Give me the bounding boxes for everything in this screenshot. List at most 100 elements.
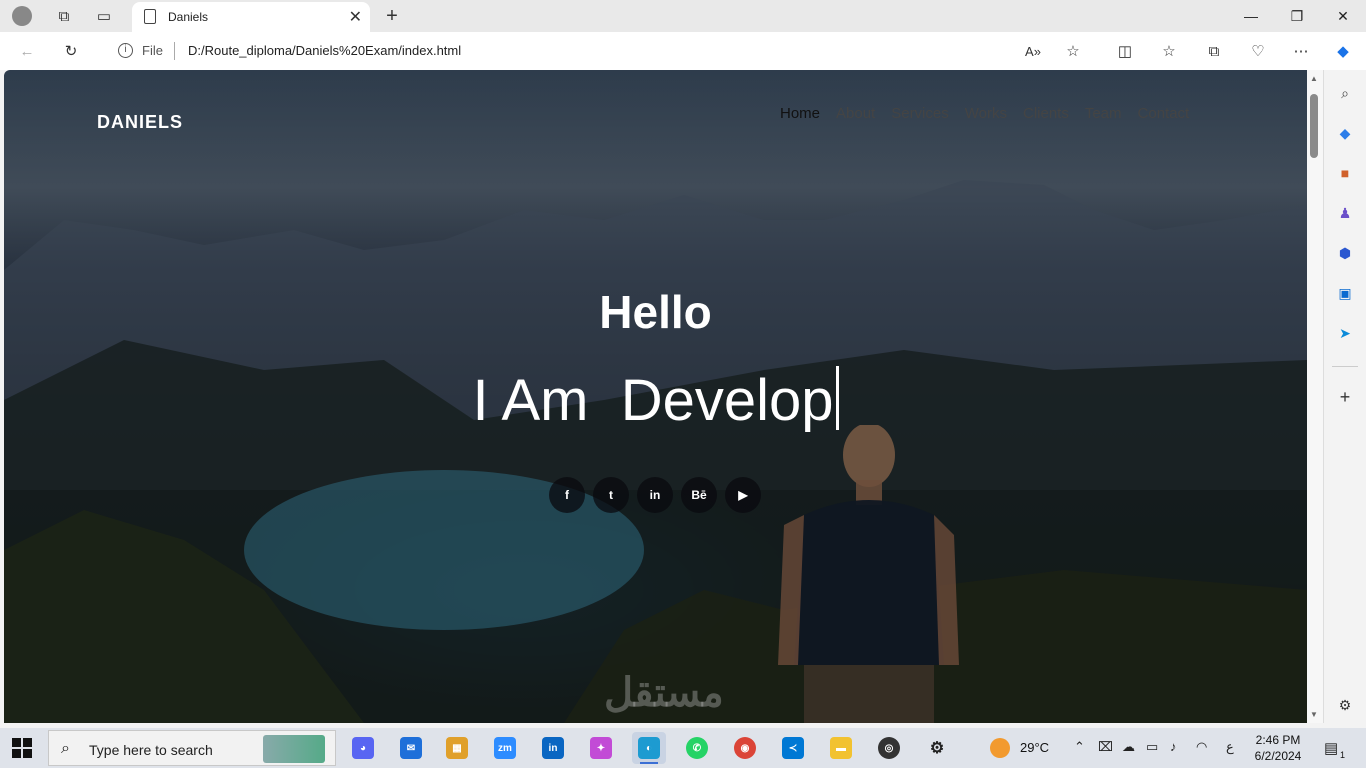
hero-typed-line: I Am Develop	[4, 366, 1307, 434]
clock-time: 2:46 PM	[1255, 733, 1301, 747]
shopping-tag-icon[interactable]: ◆	[1334, 122, 1356, 144]
taskbar-search-box[interactable]: ⌕ Type here to search	[48, 730, 336, 766]
obs-app[interactable]: ◎	[872, 732, 906, 764]
tab-title: Daniels	[168, 10, 209, 24]
file-label: File	[142, 43, 163, 58]
watermark-logo: مستقل	[604, 671, 724, 715]
settings-app[interactable]: ⚙	[920, 732, 954, 764]
add-icon[interactable]: +	[1334, 386, 1356, 408]
taskbar-clock[interactable]: 2:46 PM 6/2/2024	[1250, 732, 1306, 764]
nav-contact[interactable]: Contact	[1138, 105, 1190, 122]
notifications-icon[interactable]: ▤	[1324, 739, 1338, 757]
weather-temperature[interactable]: 29°C	[1020, 740, 1049, 755]
vscode-app[interactable]: ≺	[776, 732, 810, 764]
linkedin-app[interactable]: in	[536, 732, 570, 764]
restore-icon[interactable]: ❐	[1274, 0, 1320, 32]
edge-app[interactable]: ◐	[632, 732, 666, 764]
settings-gear-icon[interactable]: ⚙	[1334, 694, 1356, 716]
site-brand[interactable]: DANIELS	[97, 112, 183, 133]
split-screen-icon[interactable]: ◫	[1114, 40, 1136, 62]
outlook-icon[interactable]: ▣	[1334, 282, 1356, 304]
nav-services[interactable]: Services	[891, 105, 949, 122]
browser-tab-bar: ⧉ ▭ Daniels ✕ + — ❐ ✕	[0, 0, 1366, 32]
close-window-icon[interactable]: ✕	[1320, 0, 1366, 32]
twitter-icon[interactable]: t	[593, 477, 629, 513]
favorites-icon[interactable]: ☆	[1158, 40, 1180, 62]
browser-tab[interactable]: Daniels ✕	[132, 2, 370, 32]
typed-word: Develop	[620, 368, 834, 433]
page-icon	[144, 9, 156, 24]
workspaces-icon[interactable]: ⧉	[52, 4, 76, 28]
volume-icon[interactable]: ♪	[1170, 739, 1177, 754]
sidebar-divider	[1332, 366, 1358, 367]
profile-icon[interactable]	[10, 4, 34, 28]
microsoft365-icon[interactable]: ⬢	[1334, 242, 1356, 264]
zoom-app[interactable]: zm	[488, 732, 522, 764]
search-icon[interactable]: ⌕	[1334, 82, 1356, 104]
clock-date: 6/2/2024	[1254, 749, 1302, 763]
read-aloud-icon[interactable]: A»	[1022, 40, 1044, 62]
url-text[interactable]: D:/Route_diploma/Daniels%20Exam/index.ht…	[188, 43, 461, 58]
tools-icon[interactable]: ■	[1334, 162, 1356, 184]
discord-app[interactable]: ◕	[346, 732, 380, 764]
typing-cursor	[835, 366, 839, 430]
show-hidden-icons[interactable]: ⌃	[1074, 739, 1085, 755]
back-icon[interactable]: ←	[16, 40, 38, 62]
language-indicator[interactable]: ع	[1226, 739, 1234, 755]
usb-icon[interactable]: ⌧	[1098, 739, 1113, 755]
edge-sidebar: ⌕ ◆ ■ ♟ ⬢ ▣ ➤ + ⚙	[1323, 70, 1366, 723]
nav-works[interactable]: Works	[965, 105, 1007, 122]
windows-start-icon[interactable]	[12, 738, 32, 758]
drop-icon[interactable]: ➤	[1334, 322, 1356, 344]
file-explorer-app[interactable]: ▬	[824, 732, 858, 764]
address-bar[interactable]: i File D:/Route_diploma/Daniels%20Exam/i…	[100, 36, 1098, 66]
linkedin-icon[interactable]: in	[637, 477, 673, 513]
minimize-icon[interactable]: —	[1228, 0, 1274, 32]
page-scrollbar[interactable]: ▲ ▼	[1307, 70, 1323, 723]
typed-prefix: I Am	[472, 368, 589, 433]
notification-count: 1	[1340, 750, 1346, 760]
facebook-icon[interactable]: f	[549, 477, 585, 513]
address-bar-row: ← ↻ i File D:/Route_diploma/Daniels%20Ex…	[0, 32, 1366, 70]
close-tab-icon[interactable]: ✕	[349, 7, 362, 27]
youtube-icon[interactable]: ▶	[725, 477, 761, 513]
search-placeholder: Type here to search	[89, 742, 213, 758]
favorite-star-icon[interactable]: ☆	[1062, 40, 1084, 62]
cloud-icon[interactable]: ☁	[1122, 739, 1135, 755]
divider	[174, 42, 175, 60]
search-highlight-image[interactable]	[263, 735, 325, 763]
store-app[interactable]: ▦	[440, 732, 474, 764]
hiker-figure	[778, 425, 959, 723]
browser-essentials-icon[interactable]: ♡	[1247, 40, 1269, 62]
wifi-icon[interactable]: ◠	[1196, 739, 1207, 755]
whatsapp-app[interactable]: ✆	[680, 732, 714, 764]
behance-icon[interactable]: Bē	[681, 477, 717, 513]
nav-about[interactable]: About	[836, 105, 875, 122]
scroll-thumb[interactable]	[1310, 94, 1318, 158]
tab-actions-icon[interactable]: ▭	[92, 4, 116, 28]
social-links: f t in Bē ▶	[549, 477, 761, 513]
battery-icon[interactable]: ▭	[1146, 739, 1158, 755]
search-icon: ⌕	[61, 740, 70, 757]
main-nav: Home About Services Works Clients Team C…	[780, 105, 1189, 122]
more-menu-icon[interactable]: ⋯	[1290, 40, 1312, 62]
active-indicator	[640, 762, 658, 764]
windows-taskbar: ⌕ Type here to search ◕ ✉ ▦ zm in ✦ ◐ ✆ …	[0, 728, 1366, 768]
figma-app[interactable]: ✦	[584, 732, 618, 764]
new-tab-icon[interactable]: +	[380, 4, 404, 28]
hero-heading: Hello	[599, 286, 712, 338]
scroll-up-icon[interactable]: ▲	[1310, 74, 1318, 83]
refresh-icon[interactable]: ↻	[60, 40, 82, 62]
games-icon[interactable]: ♟	[1334, 202, 1356, 224]
weather-icon[interactable]	[990, 738, 1010, 758]
mail-app[interactable]: ✉	[394, 732, 428, 764]
collections-icon[interactable]: ⧉	[1203, 40, 1225, 62]
nav-clients[interactable]: Clients	[1023, 105, 1069, 122]
copilot-icon[interactable]: ◆	[1332, 40, 1354, 62]
page-viewport: DANIELS Home About Services Works Client…	[4, 70, 1307, 723]
nav-team[interactable]: Team	[1085, 105, 1122, 122]
nav-home[interactable]: Home	[780, 105, 820, 122]
scroll-down-icon[interactable]: ▼	[1310, 710, 1318, 719]
info-icon[interactable]: i	[118, 43, 133, 58]
chrome-app[interactable]: ◉	[728, 732, 762, 764]
